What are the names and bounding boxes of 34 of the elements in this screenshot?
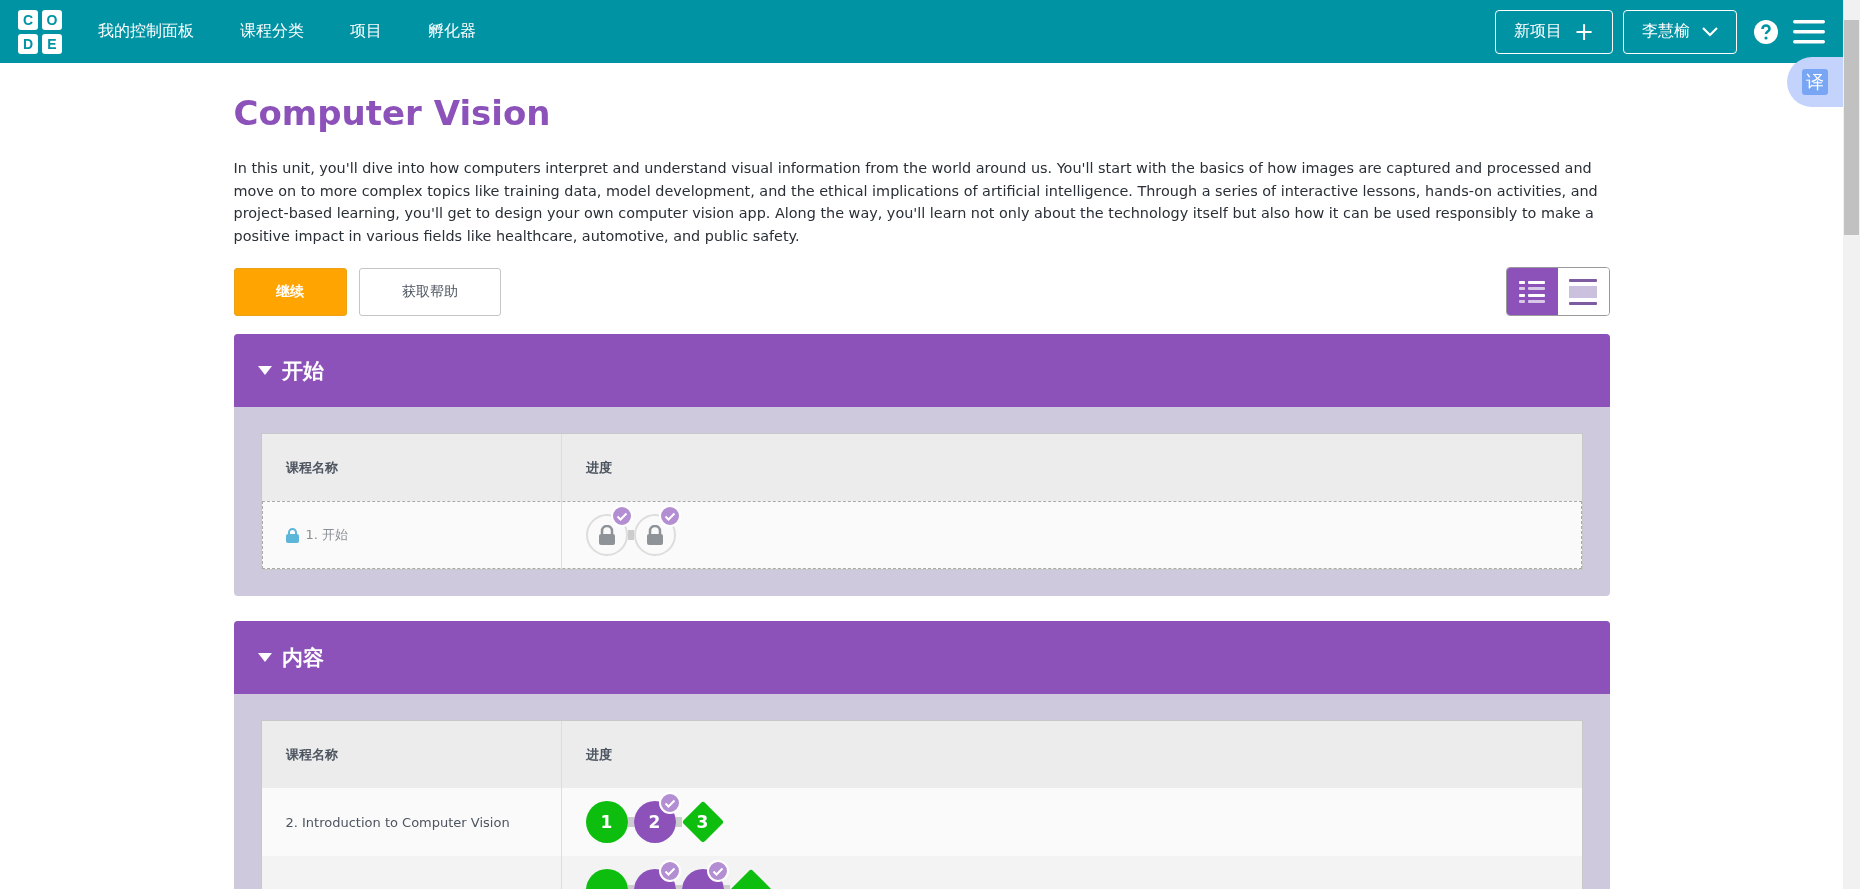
- summary-icon: [1569, 277, 1597, 306]
- nav-link[interactable]: 孵化器: [428, 21, 476, 42]
- chevron-down-icon: [1702, 26, 1718, 37]
- lesson-group-title: 内容: [281, 644, 324, 672]
- column-header: 进度: [584, 458, 613, 477]
- unit-title: Computer Vision: [233, 93, 552, 133]
- menu-icon[interactable]: [1793, 19, 1825, 44]
- list-icon: [1519, 279, 1545, 304]
- caret-icon: [257, 653, 272, 662]
- nav-link[interactable]: 我的控制面板: [98, 21, 194, 42]
- lesson-group-header[interactable]: 开始: [233, 334, 1610, 407]
- lesson-group-header[interactable]: 内容: [233, 621, 1610, 694]
- nav-link[interactable]: 课程分类: [240, 21, 304, 42]
- lock-icon: [597, 525, 616, 545]
- detail-view-button[interactable]: [1506, 268, 1558, 315]
- lesson-bubble[interactable]: 1: [585, 801, 628, 843]
- user-menu-button[interactable]: 李慧榆: [1623, 9, 1737, 54]
- nav-link[interactable]: 项目: [350, 21, 382, 42]
- lock-icon: [285, 527, 299, 543]
- lesson-group-title: 开始: [281, 357, 324, 385]
- bubble-number: 3: [696, 812, 709, 832]
- lock-icon: [645, 525, 664, 545]
- lesson-name[interactable]: 1. 开始: [305, 526, 349, 544]
- logo[interactable]: C O D E: [18, 9, 62, 54]
- column-header: 进度: [584, 745, 613, 764]
- continue-button[interactable]: 继续: [233, 267, 347, 316]
- unit-description: In this unit, you'll dive into how computers interpret and understand visual information from the world around us. You'll start with the basics of how images are captured and processed and move on to more complex topics like training data, model development, and the ethical implications of artificial intelligence. Through a series of interactive lessons, hands-on activities, and project-based learning, you'll get to design your own computer vision app. Along the way, you'll learn not only about the technology itself but also how it can be used responsibly to make a positive impact in various fields like healthcare, automotive, and public safety.: [233, 159, 1599, 246]
- scrollbar-thumb[interactable]: [1844, 20, 1859, 235]
- caret-icon: [257, 366, 272, 375]
- new-project-button[interactable]: 新项目 +: [1494, 9, 1613, 54]
- help-icon[interactable]: [1753, 18, 1779, 45]
- lesson-name[interactable]: 2. Introduction to Computer Vision: [285, 814, 510, 830]
- help-button[interactable]: 获取帮助: [358, 267, 501, 316]
- translate-button[interactable]: 译: [1787, 57, 1843, 107]
